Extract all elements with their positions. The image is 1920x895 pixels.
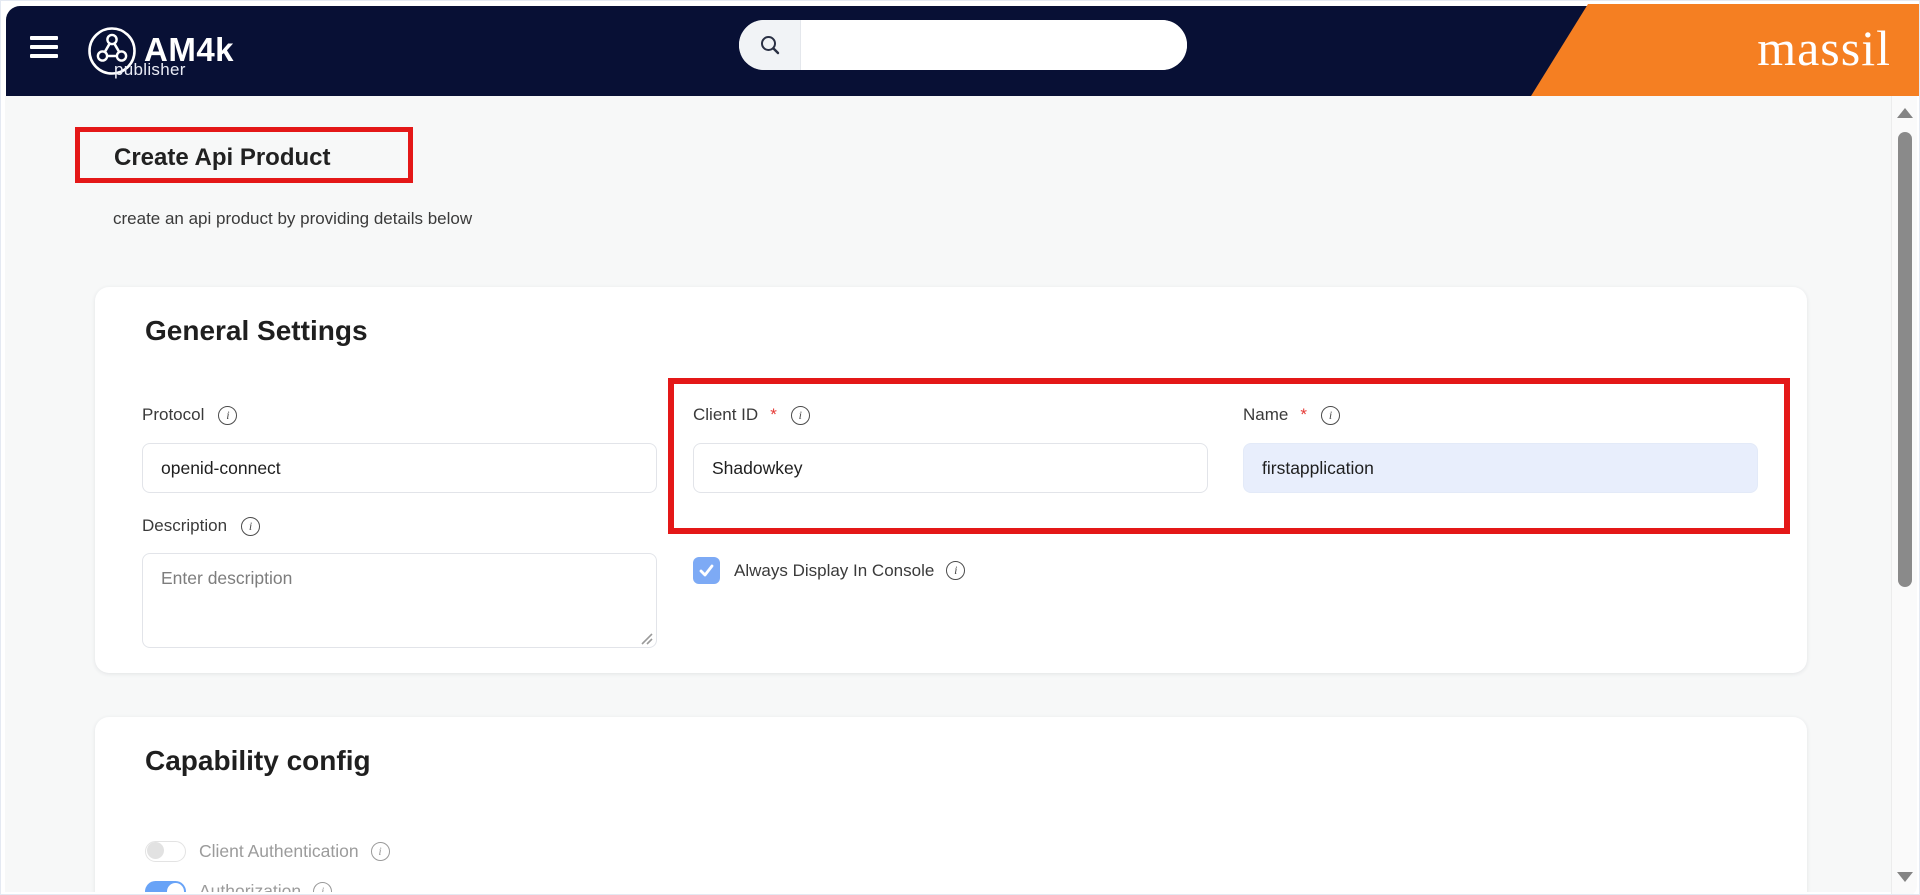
required-asterisk: * <box>1300 405 1307 425</box>
name-input[interactable] <box>1243 443 1758 493</box>
page-subtitle: create an api product by providing detai… <box>113 209 472 229</box>
authorization-row: Authorization i <box>145 878 332 892</box>
protocol-label: Protocol i <box>142 404 237 426</box>
red-annotation-title-box: Create Api Product <box>75 127 413 183</box>
name-label: Name * i <box>1243 404 1340 426</box>
description-textarea[interactable] <box>142 553 657 648</box>
search-input[interactable] <box>801 20 1187 70</box>
client-authentication-label: Client Authentication <box>199 841 359 862</box>
required-asterisk: * <box>770 405 777 425</box>
client-authentication-toggle[interactable] <box>145 841 186 862</box>
always-display-row: Always Display In Console i <box>693 557 965 584</box>
info-icon[interactable]: i <box>218 406 237 425</box>
page-title: Create Api Product <box>114 144 330 172</box>
general-settings-card: General Settings Protocol i Client ID * … <box>95 287 1807 673</box>
info-icon[interactable]: i <box>313 882 332 893</box>
client-id-label: Client ID * i <box>693 404 810 426</box>
textarea-resize-handle[interactable] <box>639 631 653 645</box>
info-icon[interactable]: i <box>946 561 965 580</box>
scroll-down-arrow-icon[interactable] <box>1897 872 1913 882</box>
capability-config-card: Capability config Client Authentication … <box>95 717 1807 892</box>
info-icon[interactable]: i <box>1321 406 1340 425</box>
client-authentication-row: Client Authentication i <box>145 838 390 864</box>
always-display-checkbox[interactable] <box>693 557 720 584</box>
authorization-toggle[interactable] <box>145 881 186 893</box>
brand-subtitle: publisher <box>114 60 186 80</box>
info-icon[interactable]: i <box>241 517 260 536</box>
vertical-scrollbar[interactable] <box>1891 96 1917 895</box>
protocol-input[interactable] <box>142 443 657 493</box>
info-icon[interactable]: i <box>371 842 390 861</box>
global-search <box>739 20 1187 70</box>
partner-logo-text: massil <box>1757 4 1891 92</box>
client-id-input[interactable] <box>693 443 1208 493</box>
scroll-up-arrow-icon[interactable] <box>1897 108 1913 118</box>
hamburger-menu-icon[interactable] <box>30 36 58 58</box>
page-content: Create Api Product create an api product… <box>5 96 1891 892</box>
always-display-label: Always Display In Console <box>734 561 934 581</box>
checkmark-icon <box>698 562 715 579</box>
search-icon <box>759 34 781 56</box>
app-window: AM4k publisher massil Create Api Product… <box>0 0 1920 895</box>
authorization-label: Authorization <box>199 881 301 893</box>
general-settings-heading: General Settings <box>145 315 368 347</box>
info-icon[interactable]: i <box>791 406 810 425</box>
search-icon-area[interactable] <box>739 20 801 70</box>
capability-config-heading: Capability config <box>145 745 371 777</box>
description-label: Description i <box>142 515 260 537</box>
partner-logo-banner: massil <box>1531 4 1920 96</box>
scrollbar-thumb[interactable] <box>1898 132 1912 587</box>
